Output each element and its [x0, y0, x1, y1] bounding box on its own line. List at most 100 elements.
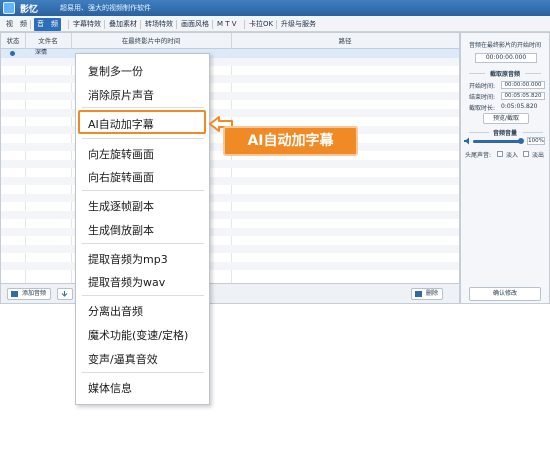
- fade-out-label: 淡出: [532, 152, 545, 159]
- menu-style[interactable]: 画面风格: [178, 18, 212, 31]
- menu-extract-wav[interactable]: 提取音频为wav: [88, 274, 165, 290]
- table-row[interactable]: [1, 176, 459, 185]
- volume-input[interactable]: 100%: [527, 137, 545, 145]
- menu-extract-mp3[interactable]: 提取音频为mp3: [88, 251, 168, 267]
- menu-karaoke[interactable]: 卡拉OK: [246, 18, 276, 31]
- menu-upgrade[interactable]: 升级与服务: [278, 18, 319, 31]
- col-filename-header[interactable]: 文件名: [25, 33, 71, 49]
- menu-rotate-right[interactable]: 向右旋转画面: [88, 169, 154, 185]
- audio-status-icon: [10, 51, 15, 56]
- table-row[interactable]: [1, 100, 459, 109]
- col-path-header[interactable]: 路径: [231, 33, 459, 49]
- table-header: 状态 文件名 在最终影片中的时间 路径: [1, 33, 459, 49]
- table-row[interactable]: [1, 185, 459, 194]
- table-row[interactable]: [1, 66, 459, 75]
- table-row[interactable]: [1, 253, 459, 262]
- table-row[interactable]: [1, 210, 459, 219]
- table-row[interactable]: [1, 261, 459, 270]
- start-time-input[interactable]: 00:00:00.000: [501, 81, 545, 89]
- table-row[interactable]: [1, 159, 459, 168]
- speaker-icon: [464, 137, 469, 145]
- menu-divider: [244, 20, 245, 29]
- end-time-input[interactable]: 00:05:05.820: [501, 92, 545, 100]
- menu-reverse-copy[interactable]: 生成倒放副本: [88, 222, 154, 238]
- menu-video[interactable]: 视 频: [3, 18, 30, 31]
- table-row[interactable]: 深情: [1, 49, 459, 58]
- preview-clip-button[interactable]: 预览/截取: [483, 113, 529, 124]
- clip-length-value: 0:05:05.820: [501, 103, 538, 110]
- app-name: 影忆: [20, 5, 39, 15]
- row-filename: 深情: [35, 49, 48, 56]
- menu-subtitle-effects[interactable]: 字幕特效: [70, 18, 104, 31]
- table-row[interactable]: [1, 270, 459, 279]
- table-row[interactable]: [1, 236, 459, 245]
- menu-audio[interactable]: 音 频: [34, 18, 61, 31]
- table-row[interactable]: [1, 219, 459, 228]
- table-body: 深情: [1, 49, 459, 283]
- title-bar: 影忆 超易用、强大的视频制作软件: [0, 0, 550, 16]
- menu-divider: [30, 20, 31, 29]
- audio-settings-panel: 音频在最终影片的开始时间 00:00:00.000 截取原音频 开始时间: 00…: [460, 32, 550, 304]
- delete-icon: [415, 291, 422, 297]
- table-row[interactable]: [1, 91, 459, 100]
- menu-mtv[interactable]: M T V: [214, 18, 240, 31]
- volume-slider-knob[interactable]: [518, 138, 524, 144]
- clip-section-title: 截取原音频: [489, 71, 520, 78]
- menu-magic[interactable]: 魔术功能(变速/定格): [88, 327, 188, 343]
- table-row[interactable]: [1, 193, 459, 202]
- volume-slider[interactable]: [473, 138, 524, 144]
- list-toolbar: 添加音频 删除: [1, 283, 459, 303]
- table-row[interactable]: [1, 74, 459, 83]
- download-icon: [61, 291, 68, 297]
- volume-slider-fill: [473, 140, 521, 143]
- delete-button[interactable]: 删除: [411, 288, 444, 300]
- end-time-label: 结束时间:: [469, 94, 496, 101]
- table-row[interactable]: [1, 83, 459, 92]
- menu-rotate-left[interactable]: 向左旋转画面: [88, 146, 154, 162]
- menu-separator: [82, 190, 204, 191]
- app-logo-icon: [3, 2, 15, 14]
- fade-out-checkbox[interactable]: [523, 151, 529, 157]
- menu-separator: [82, 138, 204, 139]
- audio-list-panel: 状态 文件名 在最终影片中的时间 路径 深情 添加音频 删除: [0, 32, 460, 304]
- menu-copy-one[interactable]: 复制多一份: [88, 63, 143, 79]
- menu-ai-subtitles[interactable]: AI自动加字幕: [88, 116, 154, 132]
- table-row[interactable]: [1, 57, 459, 66]
- table-row[interactable]: [1, 168, 459, 177]
- menu-separator: [82, 295, 204, 296]
- menu-media-info[interactable]: 媒体信息: [88, 380, 132, 396]
- table-row[interactable]: [1, 227, 459, 236]
- menu-divider: [212, 20, 213, 29]
- menu-divider: [140, 20, 141, 29]
- context-menu: 复制多一份 消除原片声音 AI自动加字幕 向左旋转画面 向右旋转画面 生成逐帧副…: [75, 53, 210, 405]
- add-audio-button[interactable]: 添加音频: [7, 288, 52, 300]
- menu-frame-copy[interactable]: 生成逐帧副本: [88, 198, 154, 214]
- more-button[interactable]: [57, 288, 73, 300]
- clip-length-label: 截取时长:: [469, 105, 496, 112]
- menu-divider: [68, 20, 69, 29]
- menu-transition[interactable]: 转场特效: [142, 18, 176, 31]
- fade-in-checkbox[interactable]: [497, 151, 503, 157]
- menu-separator: [82, 372, 204, 373]
- col-status-header[interactable]: 状态: [1, 33, 25, 49]
- menu-split-audio[interactable]: 分离出音频: [88, 303, 143, 319]
- menu-bar: 视 频 音 频 字幕特效 叠加素材 转场特效 画面风格 M T V 卡拉OK 升…: [0, 16, 550, 32]
- fade-in-label: 淡入: [506, 152, 519, 159]
- col-time-header[interactable]: 在最终影片中的时间: [71, 33, 231, 49]
- table-row[interactable]: [1, 202, 459, 211]
- menu-divider: [176, 20, 177, 29]
- menu-overlay[interactable]: 叠加素材: [106, 18, 140, 31]
- confirm-changes-button[interactable]: 确认修改: [469, 287, 541, 301]
- volume-section-title: 音频音量: [492, 130, 517, 137]
- app-slogan: 超易用、强大的视频制作软件: [60, 4, 151, 12]
- delete-label: 删除: [426, 290, 439, 297]
- menu-separator: [82, 243, 204, 244]
- menu-divider: [104, 20, 105, 29]
- table-row[interactable]: [1, 244, 459, 253]
- add-audio-label: 添加音频: [22, 290, 47, 297]
- menu-voice-change[interactable]: 变声/逼真音效: [88, 351, 158, 367]
- menu-separator: [82, 107, 204, 108]
- music-icon: [11, 291, 18, 297]
- menu-remove-audio[interactable]: 消除原片声音: [88, 87, 154, 103]
- start-time-display[interactable]: 00:00:00.000: [475, 53, 537, 63]
